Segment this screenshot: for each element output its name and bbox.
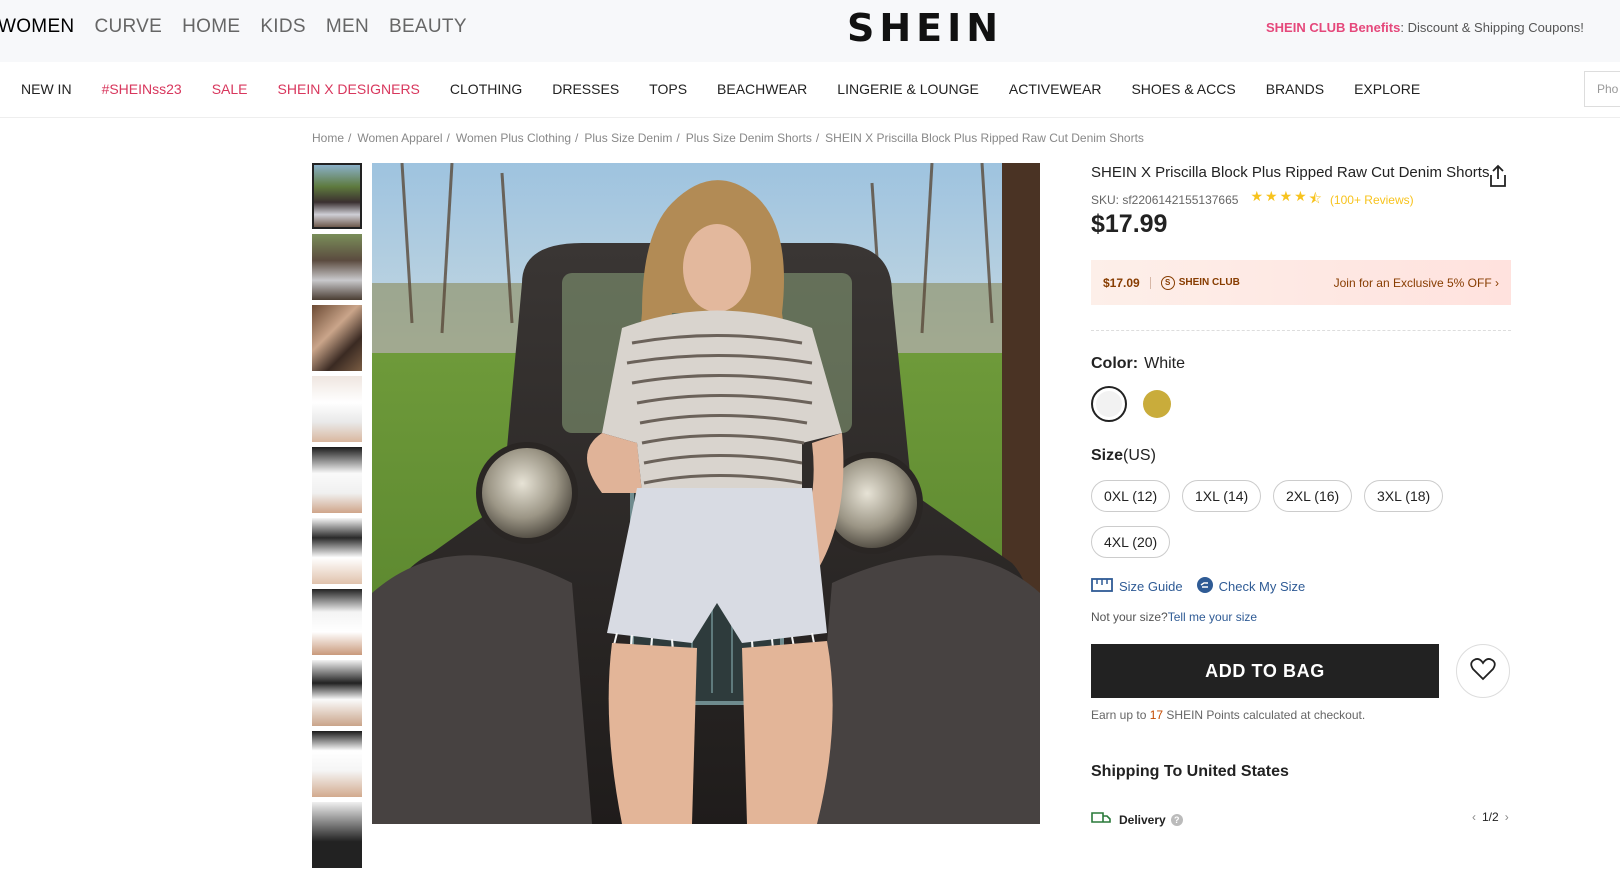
size-option-0xl[interactable]: 0XL (12): [1091, 480, 1171, 512]
breadcrumb-women-plus[interactable]: Women Plus Clothing: [456, 131, 571, 145]
size-guide-link[interactable]: Size Guide: [1119, 579, 1183, 594]
thumbnail[interactable]: [312, 589, 362, 655]
thumbnail[interactable]: [312, 305, 362, 371]
nav-sale[interactable]: SALE: [212, 81, 248, 97]
thumbnail[interactable]: [312, 660, 362, 726]
nav-brands[interactable]: BRANDS: [1266, 81, 1324, 97]
nav-shoes-accs[interactable]: SHOES & ACCS: [1131, 81, 1235, 97]
tell-me-size-link[interactable]: Tell me your size: [1168, 610, 1257, 624]
main-nav: NEW IN #SHEINss23 SALE SHEIN X DESIGNERS…: [0, 62, 1620, 118]
truck-icon: [1091, 810, 1111, 829]
club-price: $17.09: [1103, 275, 1140, 290]
reviews-link[interactable]: (100+ Reviews): [1330, 193, 1414, 207]
chevron-right-icon[interactable]: ›: [1505, 810, 1509, 824]
size-option-2xl[interactable]: 2XL (16): [1273, 480, 1353, 512]
product-price: $17.99: [1091, 210, 1168, 238]
size-label-key: Size: [1091, 447, 1124, 464]
points-number: 17: [1149, 708, 1164, 722]
rating-stars-icon[interactable]: ★★★★ ⯪: [1250, 188, 1323, 212]
nav-sheinss23[interactable]: #SHEINss23: [102, 81, 182, 97]
club-badge-icon: S: [1160, 275, 1175, 290]
size-guide-row: Size Guide Check My Size: [1091, 577, 1305, 596]
nav-tops[interactable]: TOPS: [649, 81, 687, 97]
top-header: WOMEN CURVE HOME KIDS MEN BEAUTY SHEIN S…: [0, 0, 1620, 62]
tab-women[interactable]: WOMEN: [0, 16, 74, 38]
breadcrumb-women-apparel[interactable]: Women Apparel: [357, 131, 442, 145]
delivery-row: Delivery ?: [1091, 810, 1183, 829]
breadcrumb-home[interactable]: Home: [312, 131, 344, 145]
size-option-3xl[interactable]: 3XL (18): [1364, 480, 1444, 512]
nav-activewear[interactable]: ACTIVEWEAR: [1009, 81, 1102, 97]
breadcrumb: Home / Women Apparel / Women Plus Clothing…: [312, 131, 1144, 145]
club-promo-name: SHEIN CLUB Benefits: [1266, 20, 1401, 35]
check-size-icon: [1196, 577, 1213, 596]
shein-logo[interactable]: SHEIN: [847, 6, 1003, 50]
share-icon[interactable]: [1487, 164, 1509, 188]
breadcrumb-plus-denim[interactable]: Plus Size Denim: [584, 131, 672, 145]
delivery-label: Delivery: [1119, 812, 1166, 827]
product-title: SHEIN X Priscilla Block Plus Ripped Raw …: [1091, 164, 1490, 181]
not-your-size: Not your size?Tell me your size: [1091, 610, 1257, 624]
nav-beachwear[interactable]: BEACHWEAR: [717, 81, 807, 97]
ruler-icon: [1091, 578, 1113, 595]
not-your-size-text: Not your size?: [1091, 610, 1168, 624]
thumbnail[interactable]: [312, 447, 362, 513]
nav-new-in[interactable]: NEW IN: [21, 81, 72, 97]
club-badge: S SHEIN CLUB: [1160, 275, 1240, 290]
tab-kids[interactable]: KIDS: [260, 16, 306, 38]
club-price-banner[interactable]: $17.09 S SHEIN CLUB Join for an Exclusiv…: [1091, 260, 1511, 305]
nav-explore[interactable]: EXPLORE: [1354, 81, 1420, 97]
add-to-bag-button[interactable]: ADD TO BAG: [1091, 644, 1439, 698]
check-my-size-link[interactable]: Check My Size: [1219, 579, 1306, 594]
size-label-unit: (US): [1123, 447, 1156, 464]
points-post: SHEIN Points calculated at checkout.: [1163, 708, 1366, 722]
points-text: Earn up to 17 SHEIN Points calculated at…: [1091, 708, 1365, 722]
breadcrumb-current: SHEIN X Priscilla Block Plus Ripped Raw …: [825, 131, 1144, 145]
thumbnail[interactable]: [312, 163, 362, 229]
size-option-4xl[interactable]: 4XL (20): [1091, 526, 1171, 558]
search-input[interactable]: Pho: [1584, 71, 1620, 107]
nav-lingerie-lounge[interactable]: LINGERIE & LOUNGE: [837, 81, 979, 97]
tab-curve[interactable]: CURVE: [94, 16, 162, 38]
tab-beauty[interactable]: BEAUTY: [389, 16, 467, 38]
category-tabs: WOMEN CURVE HOME KIDS MEN BEAUTY: [0, 16, 487, 38]
shipping-heading: Shipping To United States: [1091, 763, 1289, 780]
thumbnail[interactable]: [312, 234, 362, 300]
thumbnail[interactable]: [312, 802, 362, 868]
thumbnail[interactable]: [312, 376, 362, 442]
chevron-left-icon[interactable]: ‹: [1472, 810, 1476, 824]
divider: [1091, 330, 1511, 331]
tab-men[interactable]: MEN: [326, 16, 369, 38]
thumbnail-list: [312, 163, 362, 873]
nav-clothing[interactable]: CLOTHING: [450, 81, 522, 97]
club-badge-label: SHEIN CLUB: [1178, 277, 1240, 288]
thumbnail[interactable]: [312, 731, 362, 797]
nav-shein-x-designers[interactable]: SHEIN X DESIGNERS: [278, 81, 420, 97]
club-join-link[interactable]: Join for an Exclusive 5% OFF ›: [1334, 276, 1499, 290]
breadcrumb-plus-denim-shorts[interactable]: Plus Size Denim Shorts: [686, 131, 812, 145]
tab-home[interactable]: HOME: [182, 16, 240, 38]
sku-rating-row: SKU: sf2206142155137665 ★★★★ ⯪ (100+ Revi…: [1091, 188, 1414, 212]
delivery-pager: ‹ 1/2 ›: [1466, 810, 1515, 824]
color-label: Color: White: [1091, 355, 1185, 373]
color-swatch-gold[interactable]: [1139, 386, 1175, 422]
wishlist-button[interactable]: [1456, 644, 1510, 698]
color-swatch-white[interactable]: [1091, 386, 1127, 422]
club-promo-text: : Discount & Shipping Coupons!: [1400, 20, 1584, 35]
thumbnail[interactable]: [312, 518, 362, 584]
points-pre: Earn up to: [1091, 708, 1150, 722]
sku-text: SKU: sf2206142155137665: [1091, 193, 1239, 207]
color-label-value: White: [1144, 355, 1186, 372]
size-option-1xl[interactable]: 1XL (14): [1182, 480, 1262, 512]
size-label: Size(US): [1091, 447, 1156, 465]
heart-icon: [1470, 657, 1496, 686]
star-icons: ★★★★: [1250, 188, 1309, 204]
color-label-key: Color:: [1091, 355, 1139, 372]
nav-dresses[interactable]: DRESSES: [552, 81, 619, 97]
pager-text: 1/2: [1482, 810, 1499, 824]
half-star-icon: ⯪: [1308, 190, 1324, 206]
product-photo: [372, 163, 1040, 824]
product-main-image[interactable]: [372, 163, 1040, 824]
club-promo-link[interactable]: SHEIN CLUB Benefits: Discount & Shipping…: [1266, 20, 1584, 35]
